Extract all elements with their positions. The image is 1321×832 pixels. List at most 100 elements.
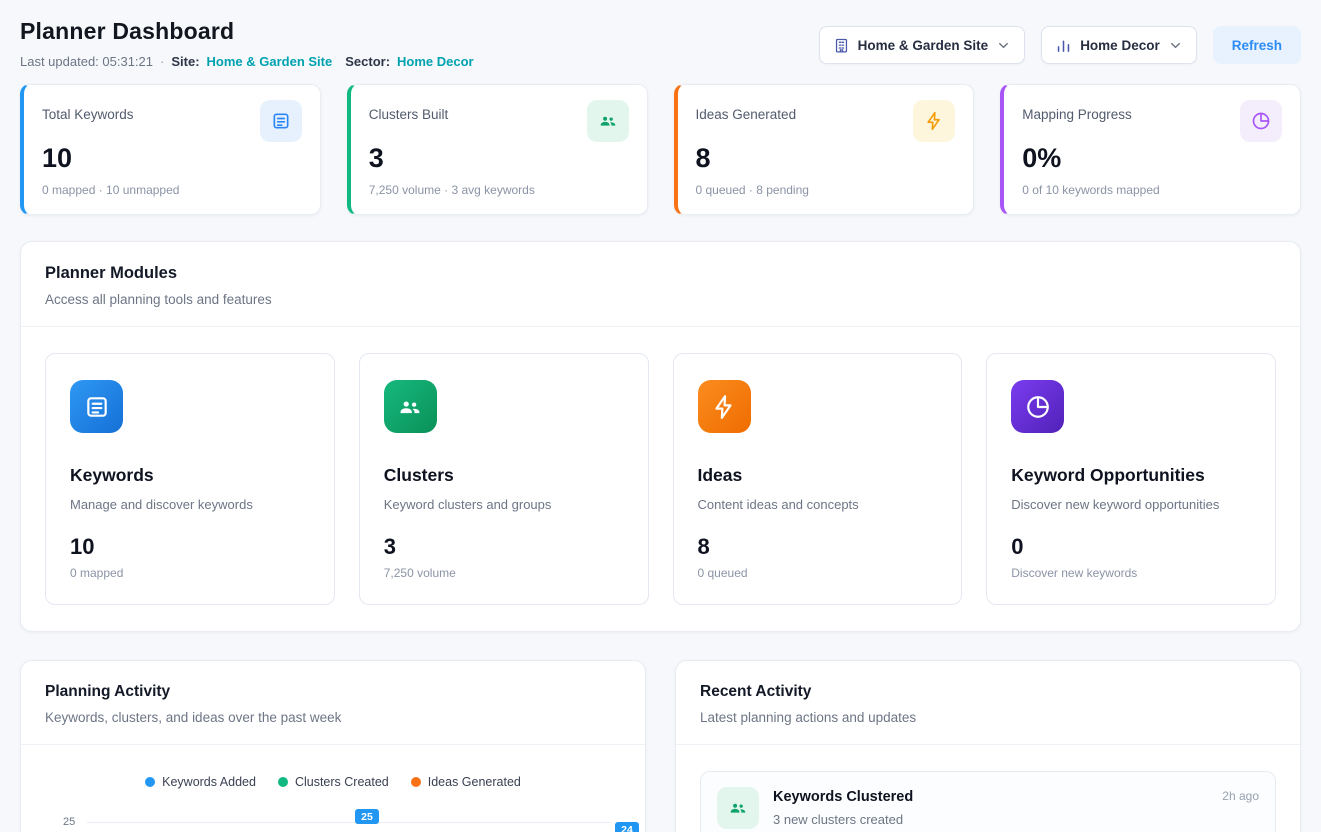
recent-activity-subtitle: Latest planning actions and updates (700, 710, 1276, 725)
page-meta: Last updated: 05:31:21 · Site: Home & Ga… (20, 54, 474, 69)
meta-separator: · (160, 54, 164, 69)
stat-value: 3 (369, 143, 629, 174)
module-card-keyword-opportunities[interactable]: Keyword Opportunities Discover new keywo… (986, 353, 1276, 605)
chart-legend: Keywords Added Clusters Created Ideas Ge… (41, 775, 625, 789)
stat-sub: 0 mapped · 10 unmapped (42, 183, 302, 197)
module-title: Ideas (698, 465, 938, 486)
module-value: 3 (384, 534, 624, 560)
legend-item-ideas-generated[interactable]: Ideas Generated (411, 775, 521, 789)
stat-sub: 7,250 volume · 3 avg keywords (369, 183, 629, 197)
topbar-controls: Home & Garden Site Home Decor Refresh (819, 26, 1301, 64)
document-icon (70, 380, 123, 433)
page-title: Planner Dashboard (20, 18, 474, 45)
people-icon (384, 380, 437, 433)
recent-activity-panel: Recent Activity Latest planning actions … (675, 660, 1301, 832)
modules-grid: Keywords Manage and discover keywords 10… (21, 327, 1300, 631)
stat-card-mapping-progress: Mapping Progress 0% 0 of 10 keywords map… (1000, 84, 1301, 215)
chevron-down-icon (996, 38, 1011, 53)
stat-card-clusters-built: Clusters Built 3 7,250 volume · 3 avg ke… (347, 84, 648, 215)
site-link[interactable]: Home & Garden Site (207, 54, 333, 69)
module-title: Clusters (384, 465, 624, 486)
green-dot-icon (278, 777, 288, 787)
pie-chart-icon (1011, 380, 1064, 433)
module-card-clusters[interactable]: Clusters Keyword clusters and groups 3 7… (359, 353, 649, 605)
planning-activity-subtitle: Keywords, clusters, and ideas over the p… (45, 710, 621, 725)
stat-label: Mapping Progress (1022, 100, 1132, 122)
legend-label: Clusters Created (295, 775, 389, 789)
modules-title: Planner Modules (45, 264, 1276, 283)
module-sub: Discover new keywords (1011, 566, 1251, 580)
lightning-icon (913, 100, 955, 142)
recent-activity-title: Recent Activity (700, 683, 1276, 701)
blue-dot-icon (145, 777, 155, 787)
module-description: Discover new keyword opportunities (1011, 497, 1251, 512)
activity-description: 3 new clusters created (773, 812, 913, 827)
y-axis-tick: 25 (63, 816, 75, 828)
stat-sub: 0 queued · 8 pending (696, 183, 956, 197)
chart-plot-area: 25 25 24 (41, 801, 625, 832)
module-card-ideas[interactable]: Ideas Content ideas and concepts 8 0 que… (673, 353, 963, 605)
bottom-row: Planning Activity Keywords, clusters, an… (20, 660, 1301, 832)
stat-label: Total Keywords (42, 100, 134, 122)
last-updated-text: Last updated: 05:31:21 (20, 54, 153, 69)
sector-link[interactable]: Home Decor (397, 54, 474, 69)
chevron-down-icon (1168, 38, 1183, 53)
stat-card-ideas-generated: Ideas Generated 8 0 queued · 8 pending (674, 84, 975, 215)
legend-item-keywords-added[interactable]: Keywords Added (145, 775, 256, 789)
module-sub: 0 queued (698, 566, 938, 580)
modules-header: Planner Modules Access all planning tool… (21, 242, 1300, 327)
stat-value: 10 (42, 143, 302, 174)
module-title: Keyword Opportunities (1011, 465, 1251, 486)
module-description: Content ideas and concepts (698, 497, 938, 512)
activity-text: Keywords Clustered 3 new clusters create… (773, 787, 913, 827)
legend-label: Keywords Added (162, 775, 256, 789)
planning-activity-chart: Keywords Added Clusters Created Ideas Ge… (21, 745, 645, 832)
stat-card-total-keywords: Total Keywords 10 0 mapped · 10 unmapped (20, 84, 321, 215)
site-label: Site: (171, 54, 199, 69)
activity-title: Keywords Clustered (773, 789, 913, 805)
people-icon (717, 787, 759, 829)
pie-chart-icon (1240, 100, 1282, 142)
orange-dot-icon (411, 777, 421, 787)
bar-chart-icon (1055, 37, 1072, 54)
sector-selector-value: Home Decor (1080, 38, 1160, 53)
module-sub: 0 mapped (70, 566, 310, 580)
building-icon (833, 37, 850, 54)
planning-activity-header: Planning Activity Keywords, clusters, an… (21, 661, 645, 745)
planning-activity-title: Planning Activity (45, 683, 621, 701)
topbar: Planner Dashboard Last updated: 05:31:21… (20, 18, 1301, 69)
module-sub: 7,250 volume (384, 566, 624, 580)
module-description: Keyword clusters and groups (384, 497, 624, 512)
site-selector-value: Home & Garden Site (858, 38, 989, 53)
planner-dashboard-page: Planner Dashboard Last updated: 05:31:21… (0, 0, 1321, 832)
data-point-label: 25 (355, 809, 379, 824)
sector-label: Sector: (345, 54, 390, 69)
stat-value: 8 (696, 143, 956, 174)
planner-modules-section: Planner Modules Access all planning tool… (20, 241, 1301, 632)
recent-activity-header: Recent Activity Latest planning actions … (676, 661, 1300, 745)
activity-item-keywords-clustered: Keywords Clustered 3 new clusters create… (700, 771, 1276, 832)
stat-label: Ideas Generated (696, 100, 797, 122)
activity-timestamp: 2h ago (1222, 787, 1259, 803)
stats-row: Total Keywords 10 0 mapped · 10 unmapped… (20, 84, 1301, 215)
module-card-keywords[interactable]: Keywords Manage and discover keywords 10… (45, 353, 335, 605)
site-selector-dropdown[interactable]: Home & Garden Site (819, 26, 1026, 64)
stat-value: 0% (1022, 143, 1282, 174)
legend-label: Ideas Generated (428, 775, 521, 789)
refresh-button[interactable]: Refresh (1213, 26, 1301, 64)
module-title: Keywords (70, 465, 310, 486)
stat-label: Clusters Built (369, 100, 449, 122)
modules-subtitle: Access all planning tools and features (45, 292, 1276, 307)
sector-selector-dropdown[interactable]: Home Decor (1041, 26, 1197, 64)
module-description: Manage and discover keywords (70, 497, 310, 512)
topbar-left: Planner Dashboard Last updated: 05:31:21… (20, 18, 474, 69)
lightning-icon (698, 380, 751, 433)
module-value: 0 (1011, 534, 1251, 560)
stat-sub: 0 of 10 keywords mapped (1022, 183, 1282, 197)
document-icon (260, 100, 302, 142)
module-value: 10 (70, 534, 310, 560)
module-value: 8 (698, 534, 938, 560)
people-icon (587, 100, 629, 142)
legend-item-clusters-created[interactable]: Clusters Created (278, 775, 389, 789)
data-point-label: 24 (615, 822, 639, 832)
